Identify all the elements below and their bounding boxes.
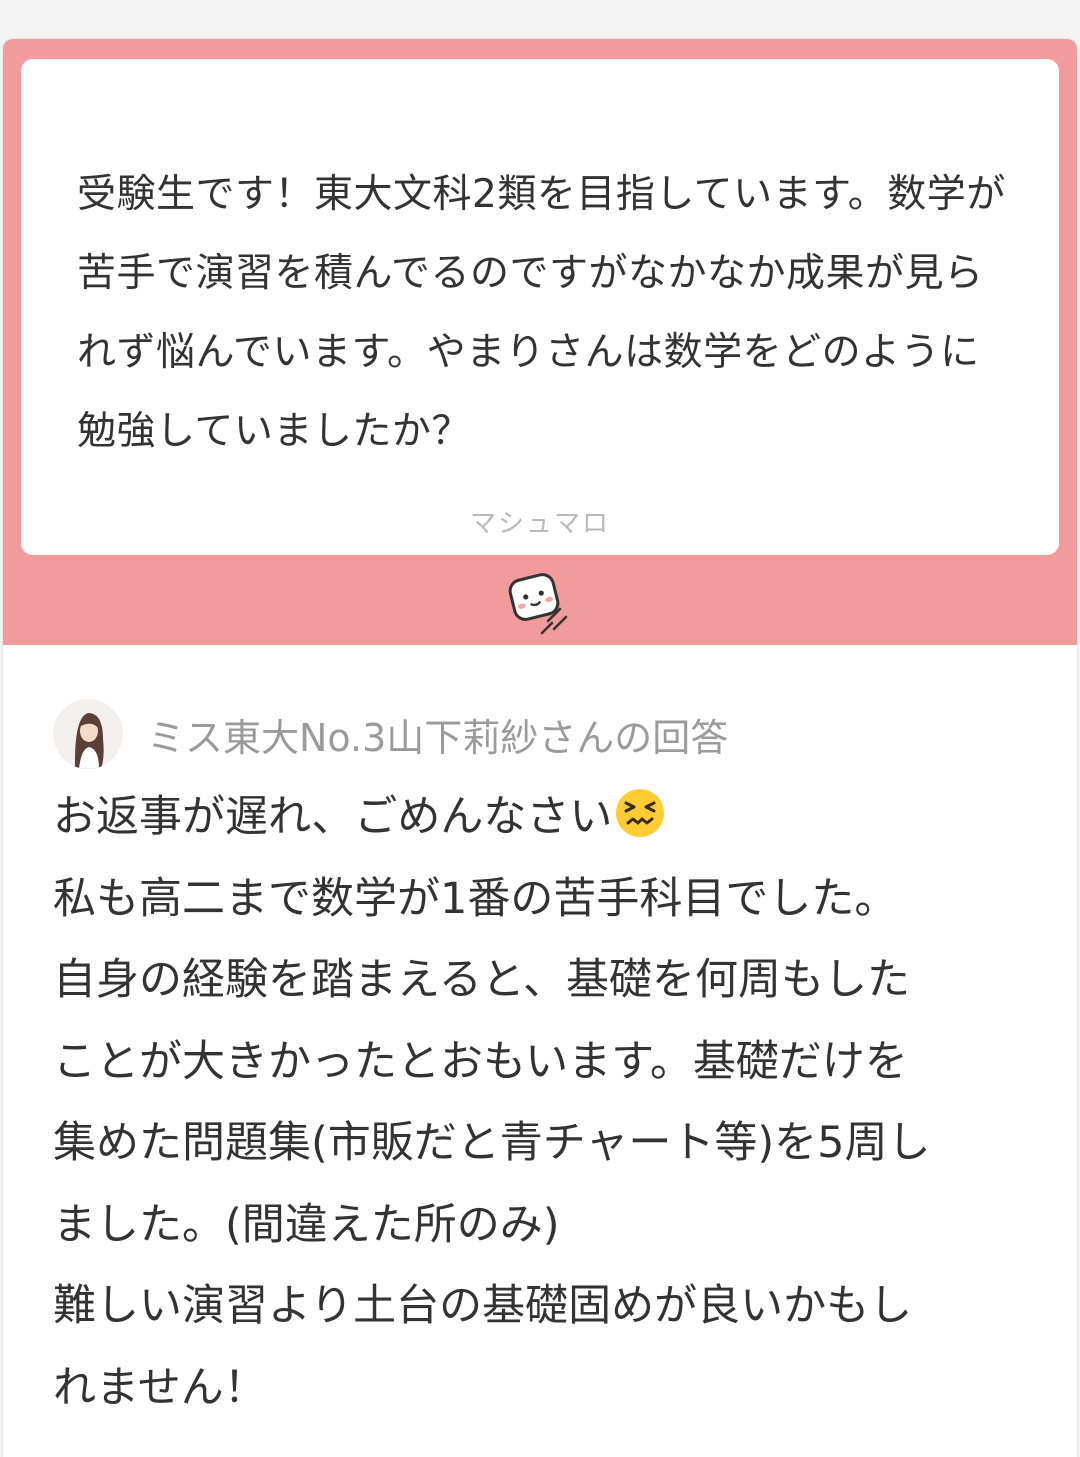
confounded-face-emoji bbox=[616, 789, 665, 837]
answer-text: お返事が遅れ、ごめんなさい 私も高二まで数学が1番の苦手科目でした。 自身の経験… bbox=[53, 777, 1053, 1429]
answer-line: ました。(間違えた所のみ) bbox=[53, 1199, 560, 1250]
answer-line: 集めた問題集(市販だと青チャート等)を5周し bbox=[53, 1118, 931, 1168]
answer-line: 私も高二まで数学が1番の苦手科目でした。 bbox=[53, 873, 898, 924]
answer-line: 難しい演習より土台の基礎固めが良いかもし bbox=[53, 1281, 913, 1331]
avatar[interactable] bbox=[53, 699, 123, 769]
marshmallow-card: 受験生です！東大文科2類を目指しています。数学が苦手で演習を積んでるのですがなか… bbox=[3, 39, 1077, 1457]
question-box: 受験生です！東大文科2類を目指しています。数学が苦手で演習を積んでるのですがなか… bbox=[21, 59, 1059, 555]
marshmallow-mascot-icon bbox=[508, 573, 568, 635]
brand-label: マシュマロ bbox=[469, 509, 610, 539]
question-text: 受験生です！東大文科2類を目指しています。数学が苦手で演習を積んでるのですがなか… bbox=[77, 172, 1006, 454]
answer-line: ことが大きかったとおもいます。基礎だけを bbox=[53, 1036, 908, 1087]
avatar-photo bbox=[53, 699, 123, 769]
answer-header: ミス東大No.3山下莉紗さんの回答 bbox=[53, 699, 728, 769]
question-band: 受験生です！東大文科2類を目指しています。数学が苦手で演習を積んでるのですがなか… bbox=[3, 39, 1077, 645]
answer-line: 自身の経験を踏まえると、基礎を何周もした bbox=[53, 955, 910, 1005]
answerer-label: ミス東大No.3山下莉紗さんの回答 bbox=[147, 715, 729, 760]
answer-line: れません！ bbox=[53, 1362, 267, 1413]
answer-line: お返事が遅れ、ごめんなさい bbox=[53, 777, 1053, 859]
